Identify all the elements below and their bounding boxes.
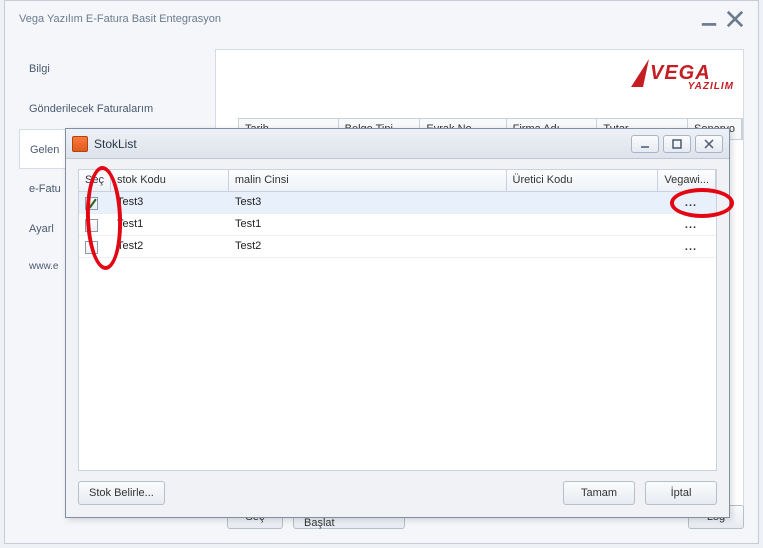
dialog-title: StokList [94, 137, 137, 151]
table-row[interactable]: Test1 Test1 ... [79, 214, 716, 236]
col-vegawi[interactable]: Vegawi... [658, 170, 716, 191]
logo-wing-icon [631, 59, 649, 87]
col-sec[interactable]: Seç [79, 170, 111, 191]
cell-stok-kodu: Test1 [111, 214, 229, 235]
table-row[interactable]: Test3 Test3 ... [79, 192, 716, 214]
iptal-button[interactable]: İptal [645, 481, 717, 505]
dialog-app-icon [72, 136, 88, 152]
main-titlebar: Vega Yazılım E-Fatura Basit Entegrasyon [5, 1, 758, 37]
dialog-close-button[interactable] [695, 135, 723, 153]
col-malin-cinsi[interactable]: malin Cinsi [229, 170, 507, 191]
row-checkbox[interactable] [85, 197, 98, 210]
dialog-titlebar[interactable]: StokList [66, 129, 729, 159]
dialog-minimize-button[interactable] [631, 135, 659, 153]
cell-malin-cinsi: Test2 [229, 236, 507, 257]
cell-stok-kodu: Test2 [111, 236, 229, 257]
cell-uretici [507, 236, 659, 257]
cell-malin-cinsi: Test3 [229, 192, 507, 213]
vega-logo: VEGA YAZILIM [634, 53, 734, 93]
main-close-button[interactable] [726, 11, 744, 27]
row-ellipsis-button[interactable]: ... [667, 196, 715, 209]
cell-uretici [507, 214, 659, 235]
stoklist-dialog: StokList Seç stok Kodu malin Cinsi Üreti… [65, 128, 730, 518]
cell-malin-cinsi: Test1 [229, 214, 507, 235]
row-checkbox[interactable] [85, 219, 98, 232]
tab-bilgi[interactable]: Bilgi [19, 49, 214, 89]
table-row[interactable]: Test2 Test2 ... [79, 236, 716, 258]
tamam-button[interactable]: Tamam [563, 481, 635, 505]
logo-subtext: YAZILIM [688, 81, 734, 92]
stok-grid: Seç stok Kodu malin Cinsi Üretici Kodu V… [78, 169, 717, 471]
cell-uretici [507, 192, 659, 213]
row-ellipsis-button[interactable]: ... [667, 240, 715, 253]
stok-grid-header: Seç stok Kodu malin Cinsi Üretici Kodu V… [79, 170, 716, 192]
dialog-maximize-button[interactable] [663, 135, 691, 153]
main-minimize-button[interactable] [700, 11, 718, 27]
row-checkbox[interactable] [85, 241, 98, 254]
main-title: Vega Yazılım E-Fatura Basit Entegrasyon [19, 13, 221, 25]
tab-gonderilecek[interactable]: Gönderilecek Faturalarım [19, 89, 214, 129]
col-stok-kodu[interactable]: stok Kodu [111, 170, 229, 191]
row-ellipsis-button[interactable]: ... [667, 218, 715, 231]
cell-stok-kodu: Test3 [111, 192, 229, 213]
stok-belirle-button[interactable]: Stok Belirle... [78, 481, 165, 505]
col-uretici-kodu[interactable]: Üretici Kodu [507, 170, 659, 191]
